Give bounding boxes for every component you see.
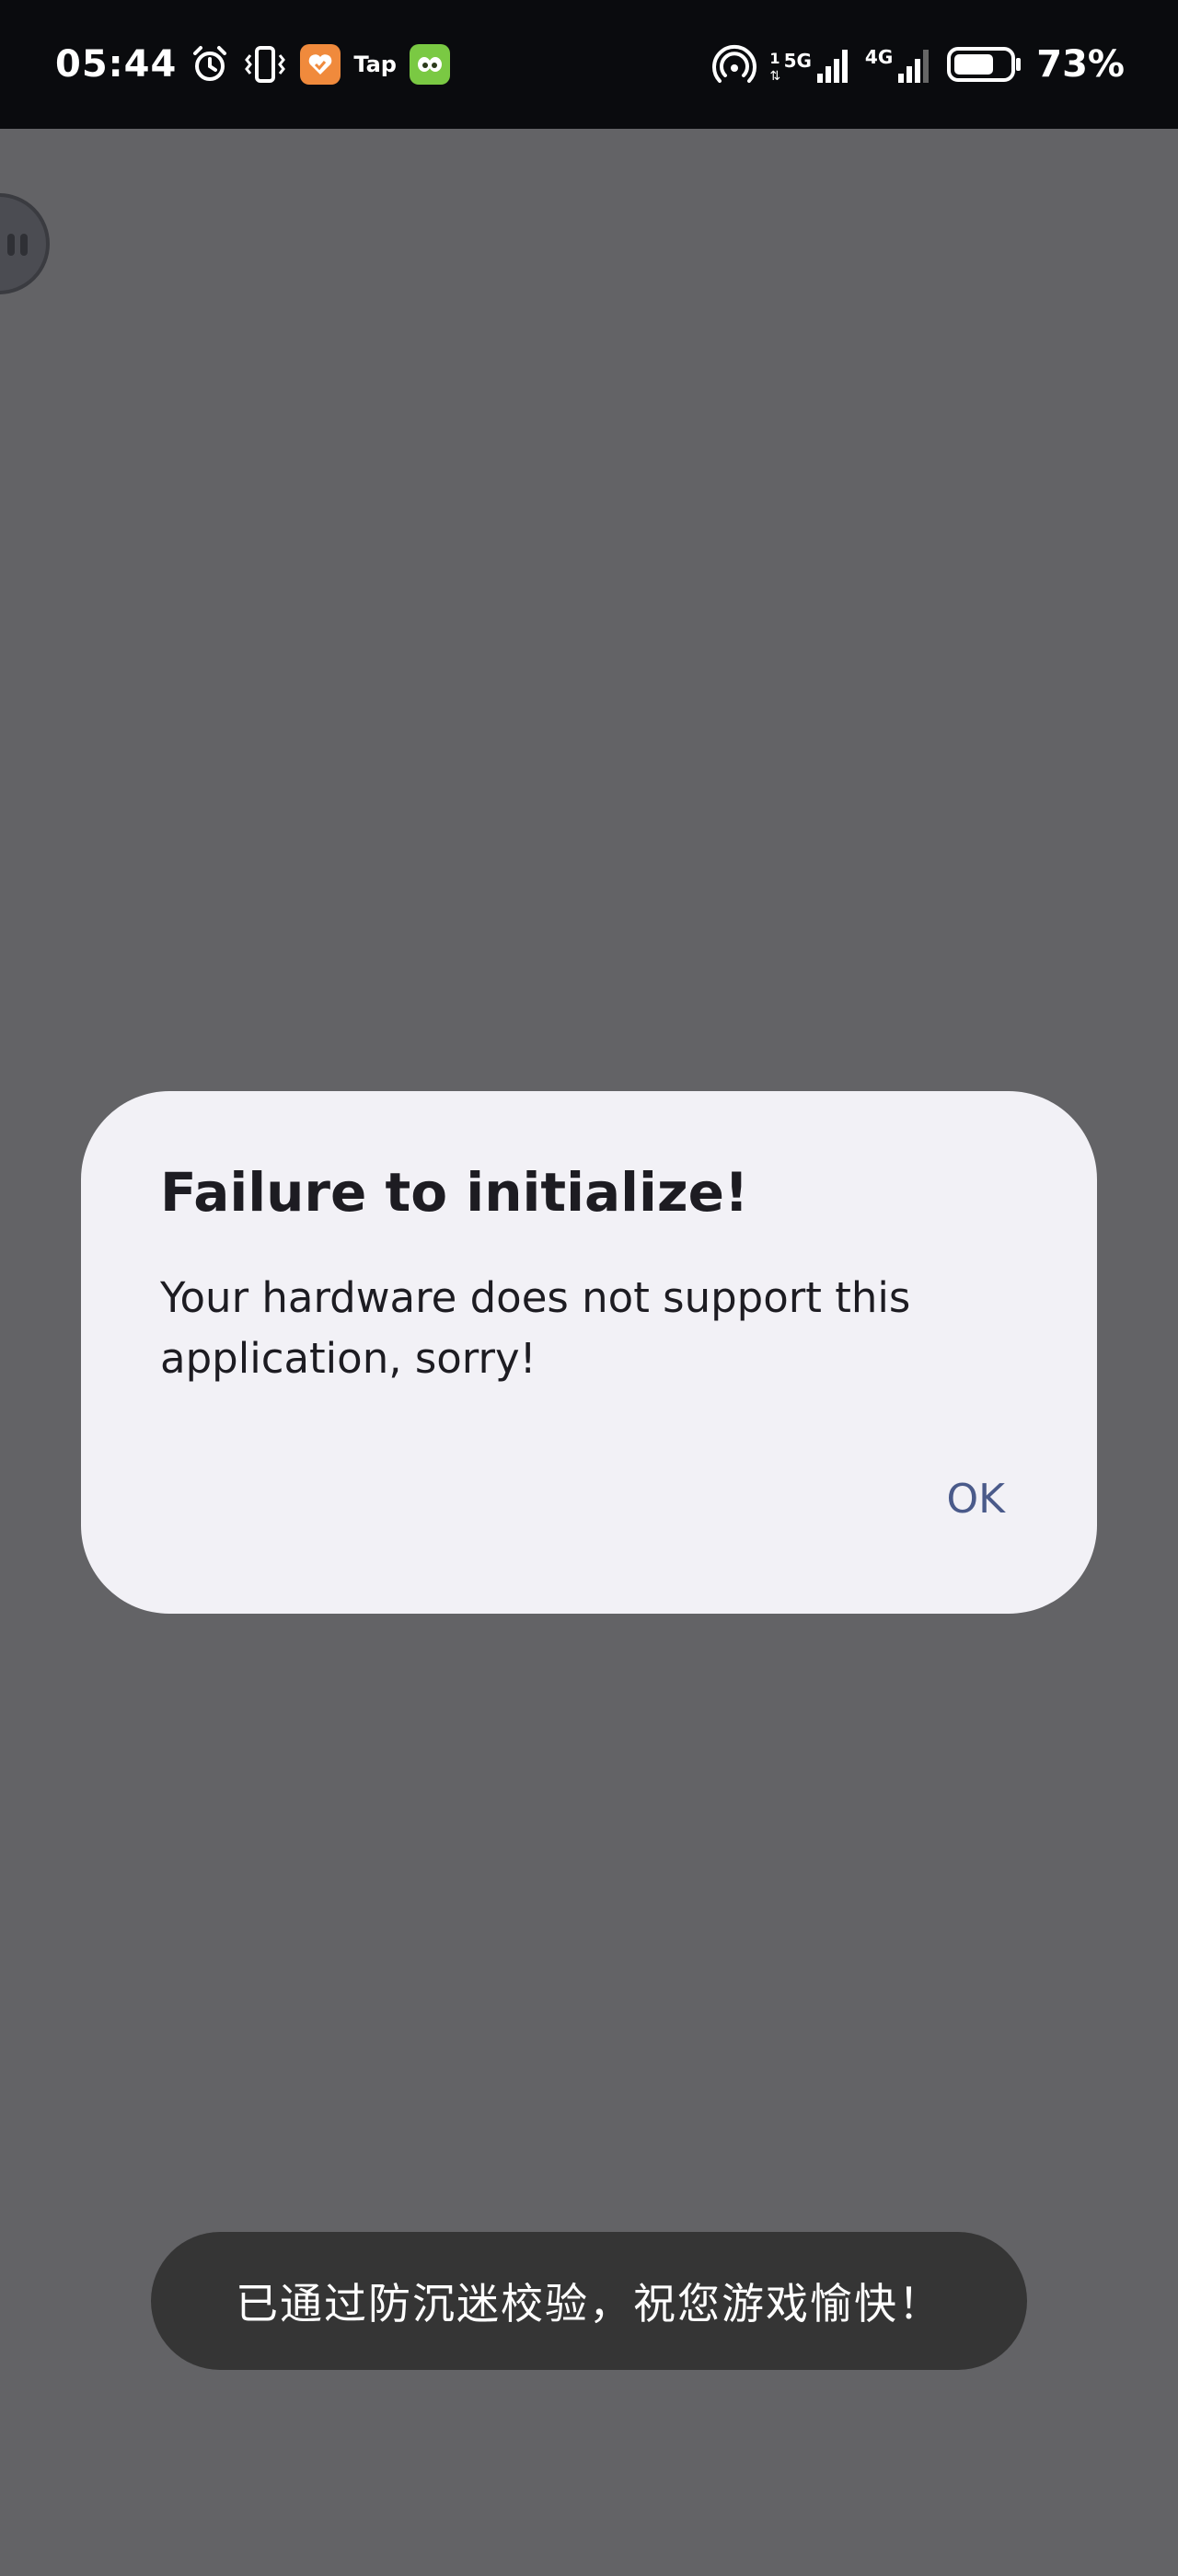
heart-app-icon [300,44,341,85]
signal-icon [816,50,848,83]
signal-secondary-icon [898,50,930,83]
clock: 05:44 [55,43,178,86]
battery-percent: 73% [1036,43,1125,86]
toast-text: 已通过防沉迷校验，祝您游戏愉快！ [236,2279,942,2329]
pause-icon [7,234,28,256]
dialog-message: Your hardware does not support this appl… [160,1273,911,1383]
sim-slot-label: 1 [769,50,780,67]
vibrate-icon [243,44,287,85]
status-bar: 05:44 Tap 1 5G ⇅ 4G 73% [0,0,1178,129]
duolingo-app-icon [409,44,450,85]
status-bar-left: 05:44 Tap [55,0,450,144]
ok-button[interactable]: OK [947,1476,1006,1523]
dialog-title: Failure to initialize! [160,1161,749,1224]
tap-app-icon: Tap [353,52,397,77]
data-arrows-icon: ⇅ [769,69,781,84]
error-dialog: Failure to initialize! Your hardware doe… [81,1091,1097,1614]
floating-assist-button[interactable] [0,193,50,294]
signal-group-primary: 1 5G ⇅ [769,46,851,83]
alarm-icon [190,44,230,85]
hotspot-icon [712,44,757,85]
status-bar-right: 1 5G ⇅ 4G 73% [712,0,1125,144]
toast: 已通过防沉迷校验，祝您游戏愉快！ [151,2232,1027,2370]
battery-icon [946,44,1023,85]
network-type-secondary: 4G [864,46,894,68]
network-type-primary: 5G [783,50,812,72]
signal-group-secondary: 4G [865,46,933,83]
